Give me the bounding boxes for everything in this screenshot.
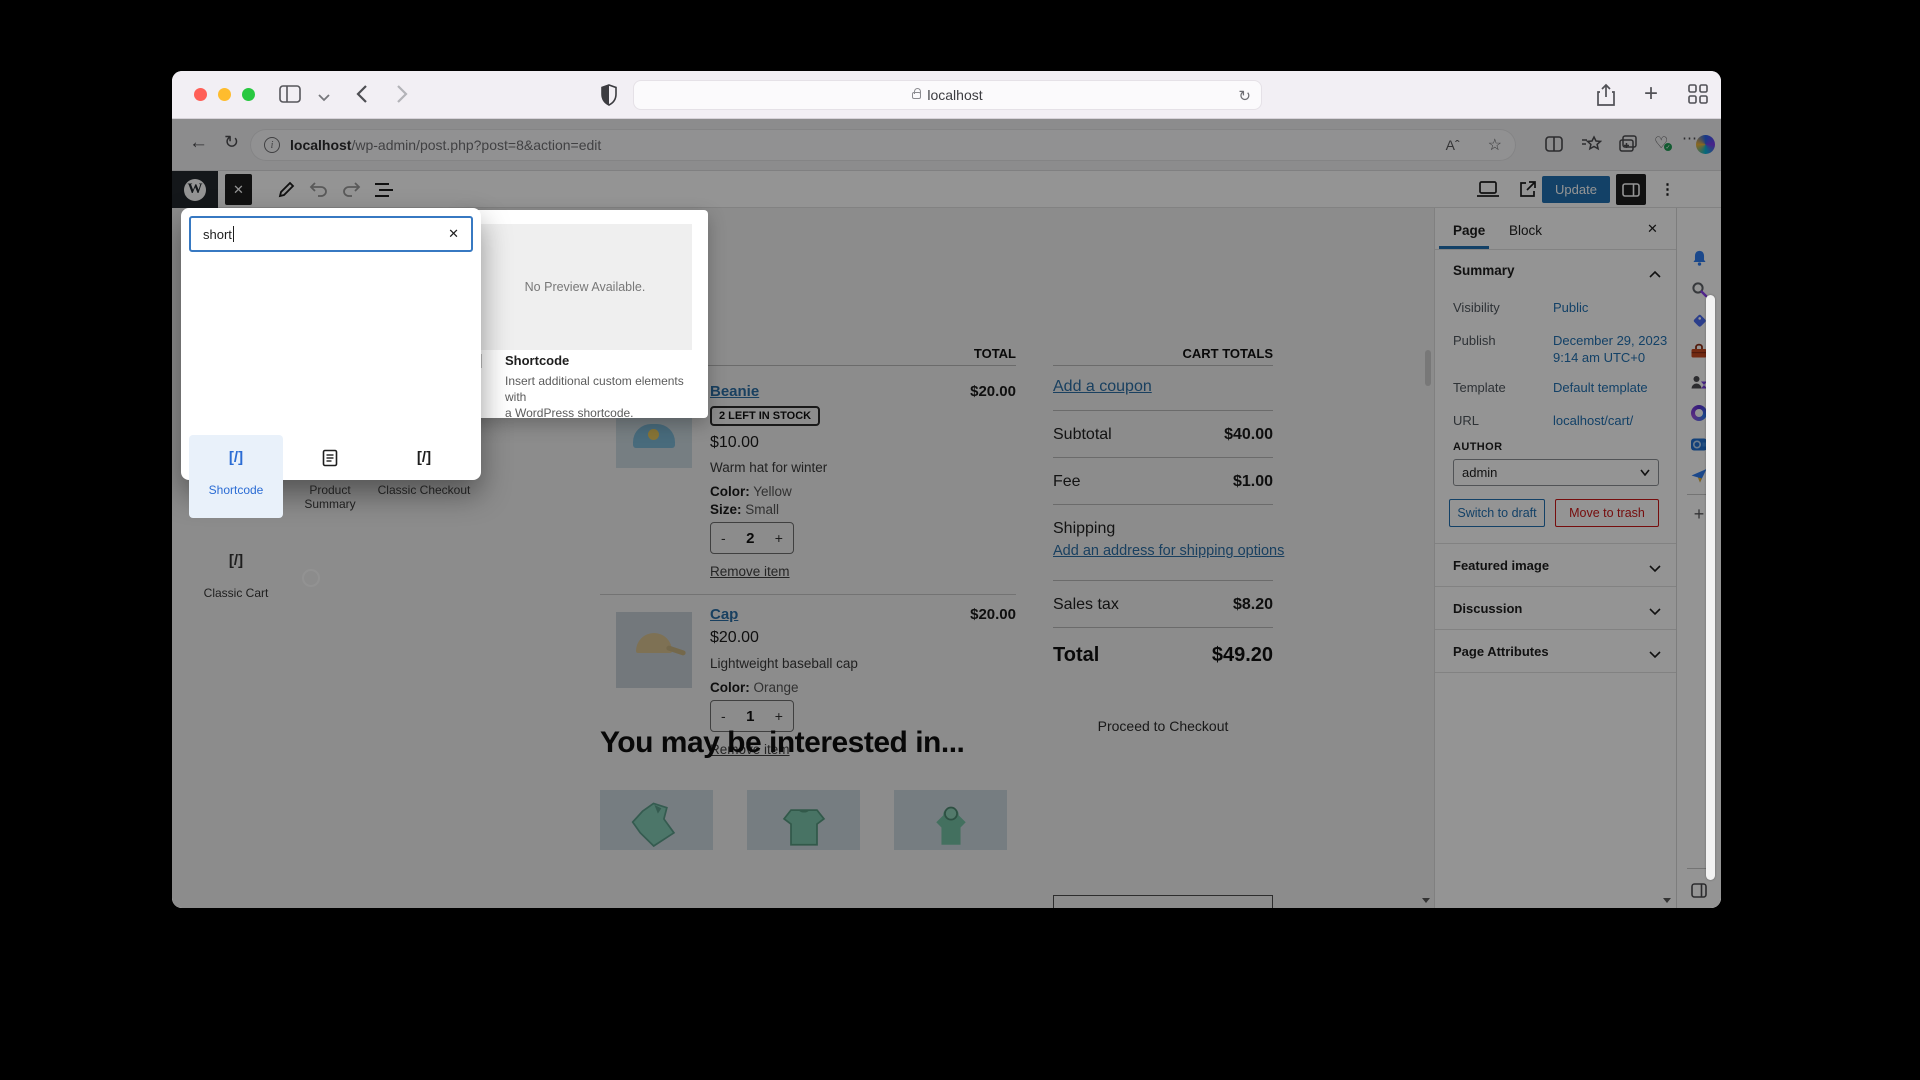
sidebar-toggle-icon[interactable] bbox=[278, 84, 302, 109]
shortcode-icon: [/] bbox=[229, 552, 243, 578]
traffic-minimize-button[interactable] bbox=[218, 88, 231, 101]
shortcode-icon: [/] bbox=[229, 449, 243, 475]
new-tab-icon[interactable]: + bbox=[1644, 80, 1658, 108]
tab-overview-icon[interactable] bbox=[1688, 84, 1708, 109]
no-preview-box: No Preview Available. bbox=[478, 224, 692, 350]
block-search-input[interactable]: short ✕ bbox=[189, 216, 473, 252]
traffic-zoom-button[interactable] bbox=[242, 88, 255, 101]
address-text: localhost bbox=[927, 87, 982, 103]
page-scrollbar-thumb[interactable] bbox=[1706, 295, 1715, 880]
reload-icon[interactable]: ↻ bbox=[1238, 87, 1251, 105]
shortcode-icon: [/] bbox=[417, 449, 431, 475]
preview-title: Shortcode bbox=[505, 353, 569, 368]
block-result-label: Shortcode bbox=[209, 483, 264, 497]
back-button[interactable] bbox=[356, 84, 368, 109]
traffic-close-button[interactable] bbox=[194, 88, 207, 101]
block-result-shortcode[interactable]: [/] Shortcode bbox=[189, 435, 283, 518]
clear-search-icon[interactable]: ✕ bbox=[448, 226, 459, 242]
block-preview-panel: No Preview Available. [/] Shortcode Inse… bbox=[462, 210, 708, 418]
search-value: short bbox=[203, 227, 232, 242]
privacy-shield-icon[interactable] bbox=[600, 83, 618, 112]
preview-description-line2: a WordPress shortcode. bbox=[505, 406, 634, 420]
safari-toolbar: localhost ↻ + bbox=[172, 71, 1721, 119]
block-result-product-summary[interactable]: Product Summary bbox=[283, 435, 377, 518]
block-result-label: Product Summary bbox=[283, 483, 377, 511]
block-result-classic-cart[interactable]: [/] Classic Cart bbox=[189, 538, 283, 608]
desktop: localhost ↻ + ← ↻ i localhost/wp-admin/p… bbox=[0, 0, 1920, 1080]
forward-button[interactable] bbox=[396, 84, 408, 109]
preview-description-line1: Insert additional custom elements with bbox=[505, 374, 684, 404]
share-icon[interactable] bbox=[1596, 83, 1616, 112]
text-caret bbox=[233, 226, 234, 242]
chevron-down-icon[interactable] bbox=[318, 89, 330, 107]
block-inserter-popup: short ✕ [/] Shortcode Product Summary [/… bbox=[181, 208, 481, 480]
document-icon bbox=[322, 449, 338, 475]
safari-window: localhost ↻ + ← ↻ i localhost/wp-admin/p… bbox=[172, 71, 1721, 908]
block-result-label: Classic Cart bbox=[204, 586, 269, 600]
address-bar[interactable]: localhost ↻ bbox=[633, 80, 1262, 110]
block-result-classic-checkout[interactable]: [/] Classic Checkout bbox=[377, 435, 471, 518]
lock-icon bbox=[912, 92, 921, 99]
block-result-label: Classic Checkout bbox=[378, 483, 471, 497]
